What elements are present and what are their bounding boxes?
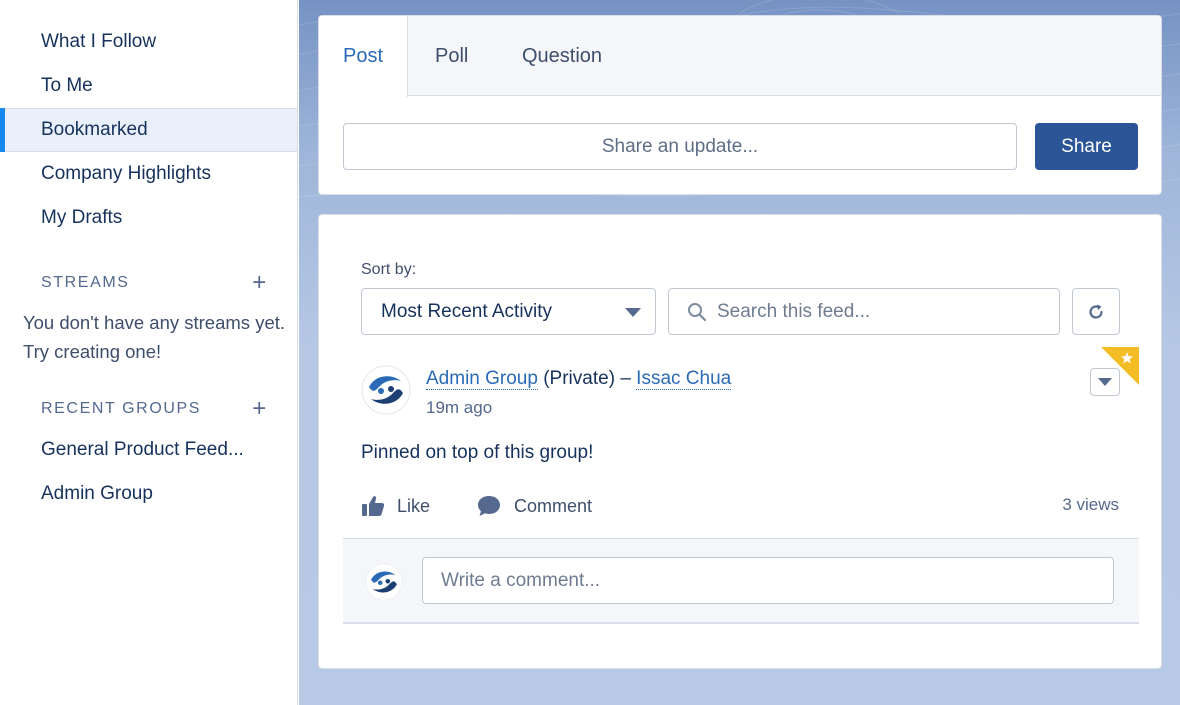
- refresh-button[interactable]: [1072, 288, 1120, 335]
- sidebar-item-company-highlights[interactable]: Company Highlights: [0, 152, 297, 196]
- sidebar-item-what-i-follow[interactable]: What I Follow: [0, 20, 297, 64]
- recent-groups-section-header: RECENT GROUPS +: [41, 396, 271, 422]
- author-link[interactable]: Issac Chua: [636, 368, 732, 390]
- tab-poll[interactable]: Poll: [435, 16, 468, 96]
- sort-select[interactable]: Most Recent Activity: [361, 288, 656, 335]
- tab-question[interactable]: Question: [522, 16, 602, 96]
- comment-composer: Write a comment...: [343, 538, 1139, 624]
- streams-empty-message: You don't have any streams yet. Try crea…: [23, 312, 286, 362]
- group-visibility: (Private): [543, 368, 616, 389]
- sidebar-item-to-me[interactable]: To Me: [0, 64, 297, 108]
- like-label: Like: [397, 495, 431, 516]
- sort-select-value: Most Recent Activity: [381, 300, 553, 322]
- thumbs-up-icon: [362, 496, 385, 516]
- add-stream-button[interactable]: +: [249, 271, 271, 295]
- main-content: Post Poll Question Share an update... Sh…: [299, 0, 1180, 705]
- publisher-card: Post Poll Question Share an update... Sh…: [318, 15, 1162, 195]
- publisher-tabs: Post Poll Question: [319, 16, 1161, 97]
- post-header: Admin Group (Private) – Issac Chua: [426, 368, 732, 390]
- view-count: 3 views: [1062, 495, 1119, 514]
- search-icon: [688, 303, 707, 322]
- streams-section-header: STREAMS +: [41, 270, 271, 296]
- share-update-input[interactable]: Share an update...: [343, 123, 1017, 170]
- feed-sidebar: What I Follow To Me Bookmarked Company H…: [0, 0, 298, 705]
- feed-card: Sort by: Most Recent Activity Search thi…: [318, 214, 1162, 669]
- streams-heading: STREAMS: [41, 274, 130, 291]
- comment-button[interactable]: Comment: [476, 491, 592, 521]
- recent-group-admin-group[interactable]: Admin Group: [0, 472, 297, 516]
- comment-input[interactable]: Write a comment...: [422, 557, 1114, 604]
- sidebar-item-bookmarked[interactable]: Bookmarked: [0, 108, 297, 152]
- chevron-down-icon: [1098, 378, 1112, 386]
- like-button[interactable]: Like: [361, 491, 430, 521]
- refresh-icon: [1089, 304, 1103, 319]
- search-feed-placeholder: Search this feed...: [717, 300, 871, 322]
- group-avatar: [361, 365, 411, 415]
- share-button[interactable]: Share: [1035, 123, 1138, 170]
- comment-icon: [478, 496, 500, 516]
- post-timestamp[interactable]: 19m ago: [426, 398, 492, 418]
- user-avatar: [365, 563, 403, 601]
- recent-group-general-product-feed[interactable]: General Product Feed...: [0, 428, 297, 472]
- header-separator: –: [620, 368, 631, 389]
- add-group-button[interactable]: +: [249, 397, 271, 421]
- search-feed-input[interactable]: Search this feed...: [668, 288, 1060, 335]
- tab-post[interactable]: Post: [319, 16, 409, 97]
- recent-groups-heading: RECENT GROUPS: [41, 400, 202, 417]
- chevron-down-icon: [625, 308, 641, 317]
- group-link[interactable]: Admin Group: [426, 368, 538, 390]
- comment-label: Comment: [514, 495, 593, 516]
- post-menu-button[interactable]: [1090, 368, 1120, 396]
- post-body: Pinned on top of this group!: [361, 442, 594, 463]
- sort-by-label: Sort by:: [361, 261, 417, 278]
- sidebar-item-my-drafts[interactable]: My Drafts: [0, 196, 297, 240]
